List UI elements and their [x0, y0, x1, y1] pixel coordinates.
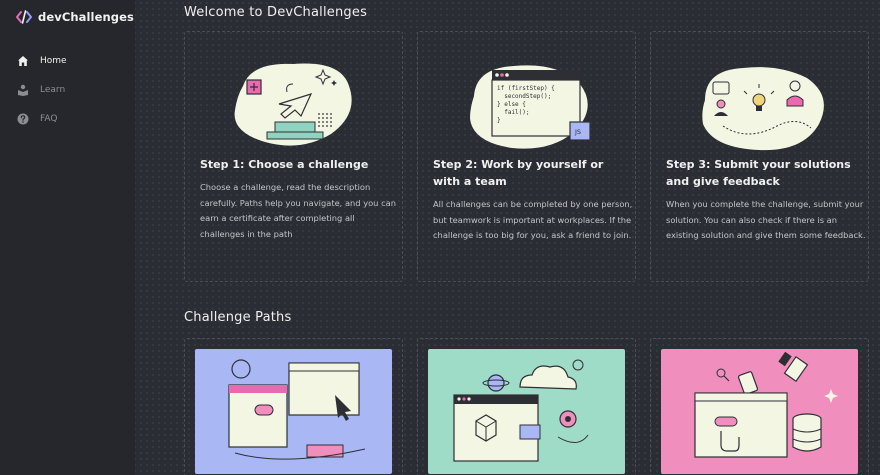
- devchallenges-logo-icon: [16, 10, 32, 24]
- frontend-path-illustration: [228, 359, 366, 460]
- code-line: if (firstStep) {: [497, 85, 555, 92]
- path-card[interactable]: [184, 338, 403, 475]
- code-line: secondStep();: [497, 93, 551, 100]
- learn-icon: [18, 84, 28, 96]
- brand[interactable]: devChallenges: [16, 10, 134, 24]
- step-title: Step 2: Work by yourself or with a team: [433, 158, 604, 188]
- code-line: fail();: [497, 109, 530, 116]
- choose-challenge-illustration: [234, 63, 352, 146]
- step-card: if (firstStep) { secondStep(); } else { …: [417, 31, 636, 282]
- step-title: Step 3: Submit your solutions and give f…: [666, 158, 851, 188]
- sidebar-item-label: FAQ: [40, 113, 58, 124]
- step-description: When you complete the challenge, submit …: [666, 199, 866, 240]
- code-editor-illustration: if (firstStep) { secondStep(); } else { …: [470, 65, 591, 149]
- step-description: Choose a challenge, read the description…: [200, 182, 396, 239]
- code-line: } else {: [497, 101, 526, 108]
- path-card-image: [428, 349, 625, 474]
- backend-path-illustration: [694, 351, 838, 458]
- path-card[interactable]: [417, 338, 636, 475]
- main-content: Welcome to DevChallenges Step 1: Choose …: [135, 0, 880, 475]
- path-card-image: [661, 349, 858, 474]
- step-card: Step 1: Choose a challenge Choose a chal…: [184, 31, 403, 282]
- step-description: All challenges can be completed by one p…: [433, 199, 633, 240]
- sidebar-item-label: Home: [40, 55, 67, 66]
- welcome-title: Welcome to DevChallenges: [184, 5, 368, 20]
- sidebar-item-learn[interactable]: Learn: [17, 75, 67, 104]
- feedback-illustration: [702, 61, 824, 151]
- code-line: }: [497, 117, 501, 124]
- step-title: Step 1: Choose a challenge: [200, 158, 369, 171]
- home-icon: [18, 55, 28, 66]
- sidebar-item-faq[interactable]: FAQ: [17, 104, 67, 133]
- sidebar: devChallenges Home Learn FAQ: [0, 0, 135, 475]
- sidebar-item-label: Learn: [40, 84, 66, 95]
- step-card: Step 3: Submit your solutions and give f…: [650, 31, 869, 282]
- challenge-paths-title: Challenge Paths: [184, 310, 292, 325]
- path-card-image: [195, 349, 392, 474]
- brand-name: devChallenges: [38, 10, 134, 24]
- js-badge-icon: JS: [574, 128, 581, 136]
- fullstack-path-illustration: [453, 359, 589, 462]
- question-icon: [17, 113, 29, 124]
- path-card[interactable]: [650, 338, 869, 475]
- sidebar-nav: Home Learn FAQ: [17, 46, 67, 133]
- sidebar-item-home[interactable]: Home: [17, 46, 67, 75]
